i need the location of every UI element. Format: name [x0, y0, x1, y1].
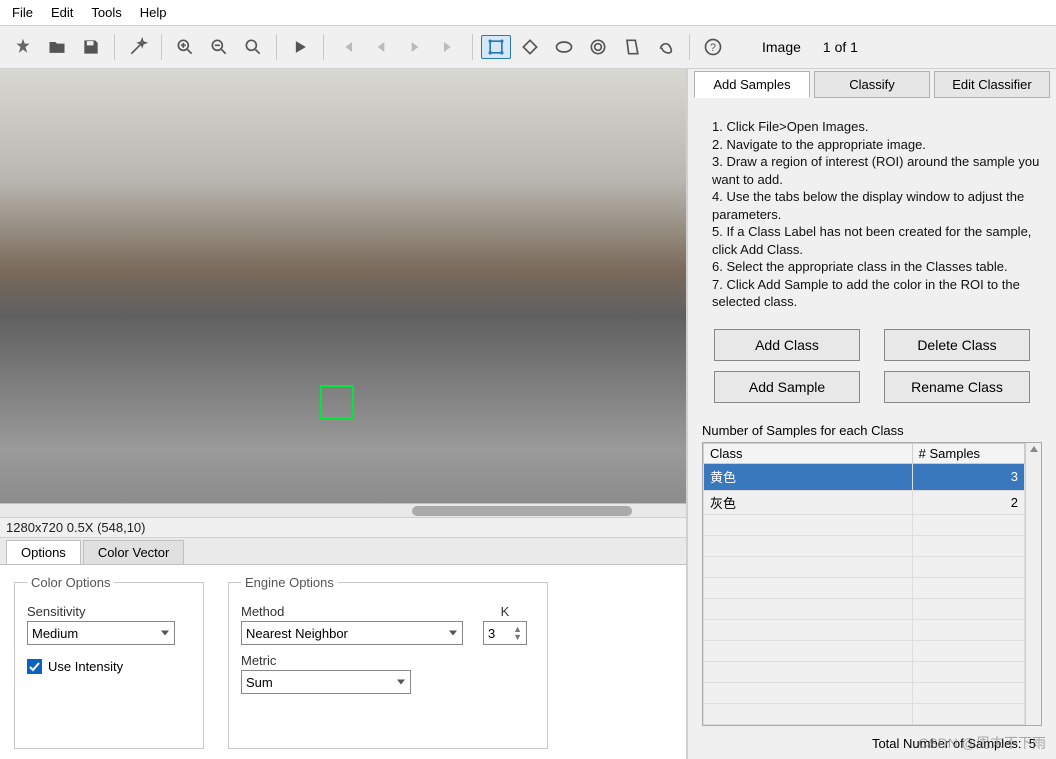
delete-class-button[interactable]: Delete Class	[884, 329, 1030, 361]
next-icon[interactable]	[400, 32, 430, 62]
metric-label: Metric	[241, 653, 535, 668]
menu-help[interactable]: Help	[132, 3, 175, 22]
classes-table[interactable]: Class # Samples 黄色3灰色2	[703, 443, 1025, 725]
first-icon[interactable]	[332, 32, 362, 62]
table-row[interactable]	[704, 514, 1025, 535]
menu-file[interactable]: File	[4, 3, 41, 22]
checkbox-checked-icon	[27, 659, 42, 674]
options-tabstrip: Options Color Vector	[0, 538, 686, 565]
svg-text:?: ?	[710, 42, 716, 54]
tab-options[interactable]: Options	[6, 540, 81, 564]
zoom-in-icon[interactable]	[170, 32, 200, 62]
color-options-legend: Color Options	[27, 575, 114, 590]
metric-select[interactable]	[241, 670, 411, 694]
table-row[interactable]	[704, 598, 1025, 619]
use-intensity-label: Use Intensity	[48, 659, 123, 674]
menu-tools[interactable]: Tools	[83, 3, 129, 22]
last-icon[interactable]	[434, 32, 464, 62]
roi-freehand-icon[interactable]	[651, 32, 681, 62]
help-icon[interactable]: ?	[698, 32, 728, 62]
table-label: Number of Samples for each Class	[694, 417, 1050, 442]
menu-edit[interactable]: Edit	[43, 3, 81, 22]
toolbar: ? Image 1 of 1	[0, 26, 1056, 69]
tab-add-samples[interactable]: Add Samples	[694, 71, 810, 98]
menubar: File Edit Tools Help	[0, 0, 1056, 26]
table-row[interactable]	[704, 661, 1025, 682]
image-viewer[interactable]	[0, 69, 686, 517]
total-samples: Total Number of Samples: 5	[694, 726, 1050, 753]
color-options-group: Color Options Sensitivity Use Intensity	[14, 575, 204, 749]
table-row[interactable]: 黄色3	[704, 464, 1025, 491]
instructions: 1. Click File>Open Images. 2. Navigate t…	[694, 98, 1050, 321]
horizontal-scrollbar[interactable]	[0, 503, 686, 517]
new-icon[interactable]	[8, 32, 38, 62]
use-intensity-checkbox[interactable]: Use Intensity	[27, 659, 123, 674]
tab-edit-classifier[interactable]: Edit Classifier	[934, 71, 1050, 98]
tab-color-vector[interactable]: Color Vector	[83, 540, 185, 564]
image-label: Image	[762, 39, 801, 55]
right-tabstrip: Add Samples Classify Edit Classifier	[694, 71, 1050, 98]
table-row[interactable]	[704, 682, 1025, 703]
method-select[interactable]	[241, 621, 463, 645]
table-row[interactable]	[704, 619, 1025, 640]
zoom-out-icon[interactable]	[204, 32, 234, 62]
roi-rotated-rect-icon[interactable]	[515, 32, 545, 62]
sensitivity-label: Sensitivity	[27, 604, 191, 619]
image-counter: 1 of 1	[823, 39, 858, 55]
image-content	[0, 69, 686, 517]
save-icon[interactable]	[76, 32, 106, 62]
rename-class-button[interactable]: Rename Class	[884, 371, 1030, 403]
engine-options-group: Engine Options Method K 3▲▼ Metric	[228, 575, 548, 749]
sensitivity-select[interactable]	[27, 621, 175, 645]
roi-polygon-icon[interactable]	[617, 32, 647, 62]
k-label: K	[483, 604, 527, 619]
table-row[interactable]	[704, 577, 1025, 598]
roi-oval-icon[interactable]	[549, 32, 579, 62]
wand-icon[interactable]	[123, 32, 153, 62]
method-label: Method	[241, 604, 463, 619]
roi-rectangle-icon[interactable]	[481, 35, 511, 59]
table-row[interactable]	[704, 703, 1025, 724]
k-spinner[interactable]: 3▲▼	[483, 621, 527, 645]
open-icon[interactable]	[42, 32, 72, 62]
roi-rectangle[interactable]	[320, 385, 354, 419]
zoom-fit-icon[interactable]	[238, 32, 268, 62]
viewer-status: 1280x720 0.5X (548,10)	[0, 517, 686, 538]
col-class[interactable]: Class	[704, 444, 913, 464]
engine-options-legend: Engine Options	[241, 575, 338, 590]
col-samples[interactable]: # Samples	[912, 444, 1024, 464]
table-row[interactable]	[704, 556, 1025, 577]
prev-icon[interactable]	[366, 32, 396, 62]
add-class-button[interactable]: Add Class	[714, 329, 860, 361]
add-sample-button[interactable]: Add Sample	[714, 371, 860, 403]
play-icon[interactable]	[285, 32, 315, 62]
table-row[interactable]: 灰色2	[704, 490, 1025, 514]
table-row[interactable]	[704, 640, 1025, 661]
tab-classify[interactable]: Classify	[814, 71, 930, 98]
roi-annulus-icon[interactable]	[583, 32, 613, 62]
table-row[interactable]	[704, 535, 1025, 556]
table-scrollbar[interactable]	[1025, 443, 1041, 725]
